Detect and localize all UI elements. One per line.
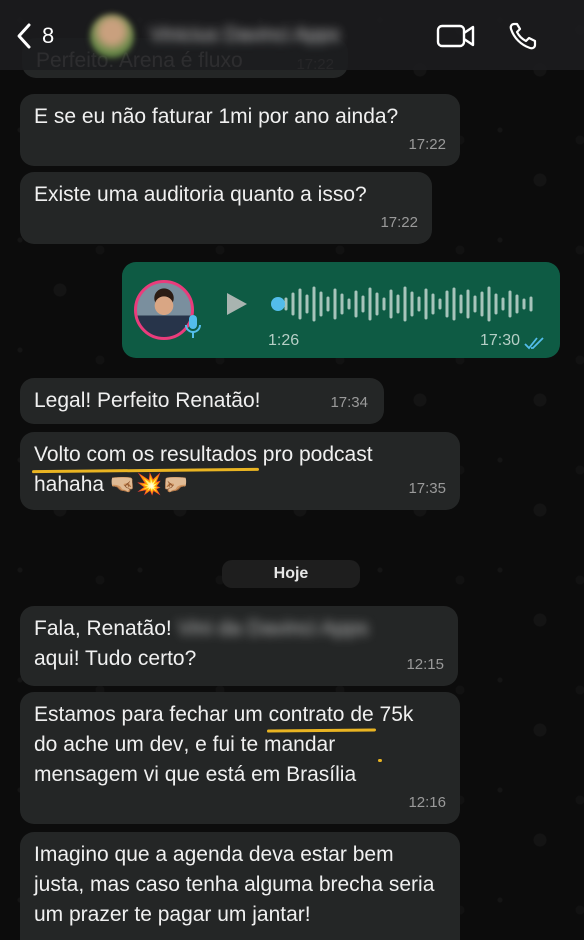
message-bubble[interactable]: Volto com os resultados pro podcast haha… — [20, 432, 460, 510]
message-bubble[interactable]: Imagino que a agenda deva estar bem just… — [20, 832, 460, 940]
message-bubble[interactable]: E se eu não faturar 1mi por ano ainda? 1… — [20, 94, 460, 166]
message-time: 12:16 — [408, 794, 446, 811]
message-time: 17:22 — [408, 136, 446, 153]
message-time: 17:35 — [408, 480, 446, 497]
message-time: 17:22 — [380, 214, 418, 231]
voice-message[interactable]: 1:26 17:30 — [122, 262, 560, 358]
message-text: Imagino que a agenda deva estar bem just… — [34, 843, 435, 926]
day-separator: Hoje — [222, 560, 360, 588]
voice-duration: 1:26 — [268, 332, 300, 349]
message-text: Volto com os resultados pro podcast haha… — [34, 440, 440, 500]
message-bubble[interactable]: Fala, Renatão! Vini da Davinci Apps aqui… — [20, 606, 458, 686]
blurred-text: Vini da Davinci Apps — [177, 617, 369, 640]
voice-waveform[interactable] — [268, 284, 538, 324]
message-text-part: Estamos para fechar um — [34, 703, 269, 726]
message-time: 12:15 — [406, 656, 444, 673]
message-bubble[interactable]: Legal! Perfeito Renatão! 17:34 — [20, 378, 384, 424]
message-bubble[interactable]: Estamos para fechar um contrato de 75k d… — [20, 692, 460, 824]
unread-count: 8 — [42, 23, 55, 48]
chat-header: 8 Vinicius Davinci Apps — [0, 0, 584, 70]
message-time: 17:30 — [479, 332, 520, 349]
mic-icon — [185, 315, 201, 338]
video-call-icon[interactable] — [436, 20, 476, 52]
underlined-text: contrato de — [268, 703, 374, 726]
play-icon[interactable] — [222, 290, 250, 318]
back-button[interactable]: 8 — [14, 20, 74, 52]
message-bubble[interactable]: Existe uma auditoria quanto a isso? 17:2… — [20, 172, 432, 244]
message-text: Existe uma auditoria quanto a isso? — [34, 183, 367, 206]
message-text: Legal! Perfeito Renatão! — [34, 389, 261, 412]
contact-avatar[interactable] — [90, 14, 134, 58]
read-ticks-icon — [524, 337, 544, 350]
message-text-part: Fala, Renatão! — [34, 617, 172, 640]
message-text: Estamos para fechar um contrato de 75k d… — [34, 700, 442, 790]
underlined-text: Volto com os resultados — [34, 443, 257, 466]
chevron-left-icon — [17, 23, 31, 49]
message-text-part: aqui! Tudo certo? — [34, 647, 197, 670]
chat-area[interactable]: Perfeito. Arena é fluxo 17:22 E se eu nã… — [0, 0, 584, 940]
message-text: E se eu não faturar 1mi por ano ainda? — [34, 105, 399, 128]
message-time: 17:34 — [330, 394, 368, 411]
message-text: Fala, Renatão! Vini da Davinci Apps aqui… — [34, 614, 444, 674]
phone-icon[interactable] — [506, 20, 546, 52]
contact-name[interactable]: Vinicius Davinci Apps — [150, 24, 390, 48]
